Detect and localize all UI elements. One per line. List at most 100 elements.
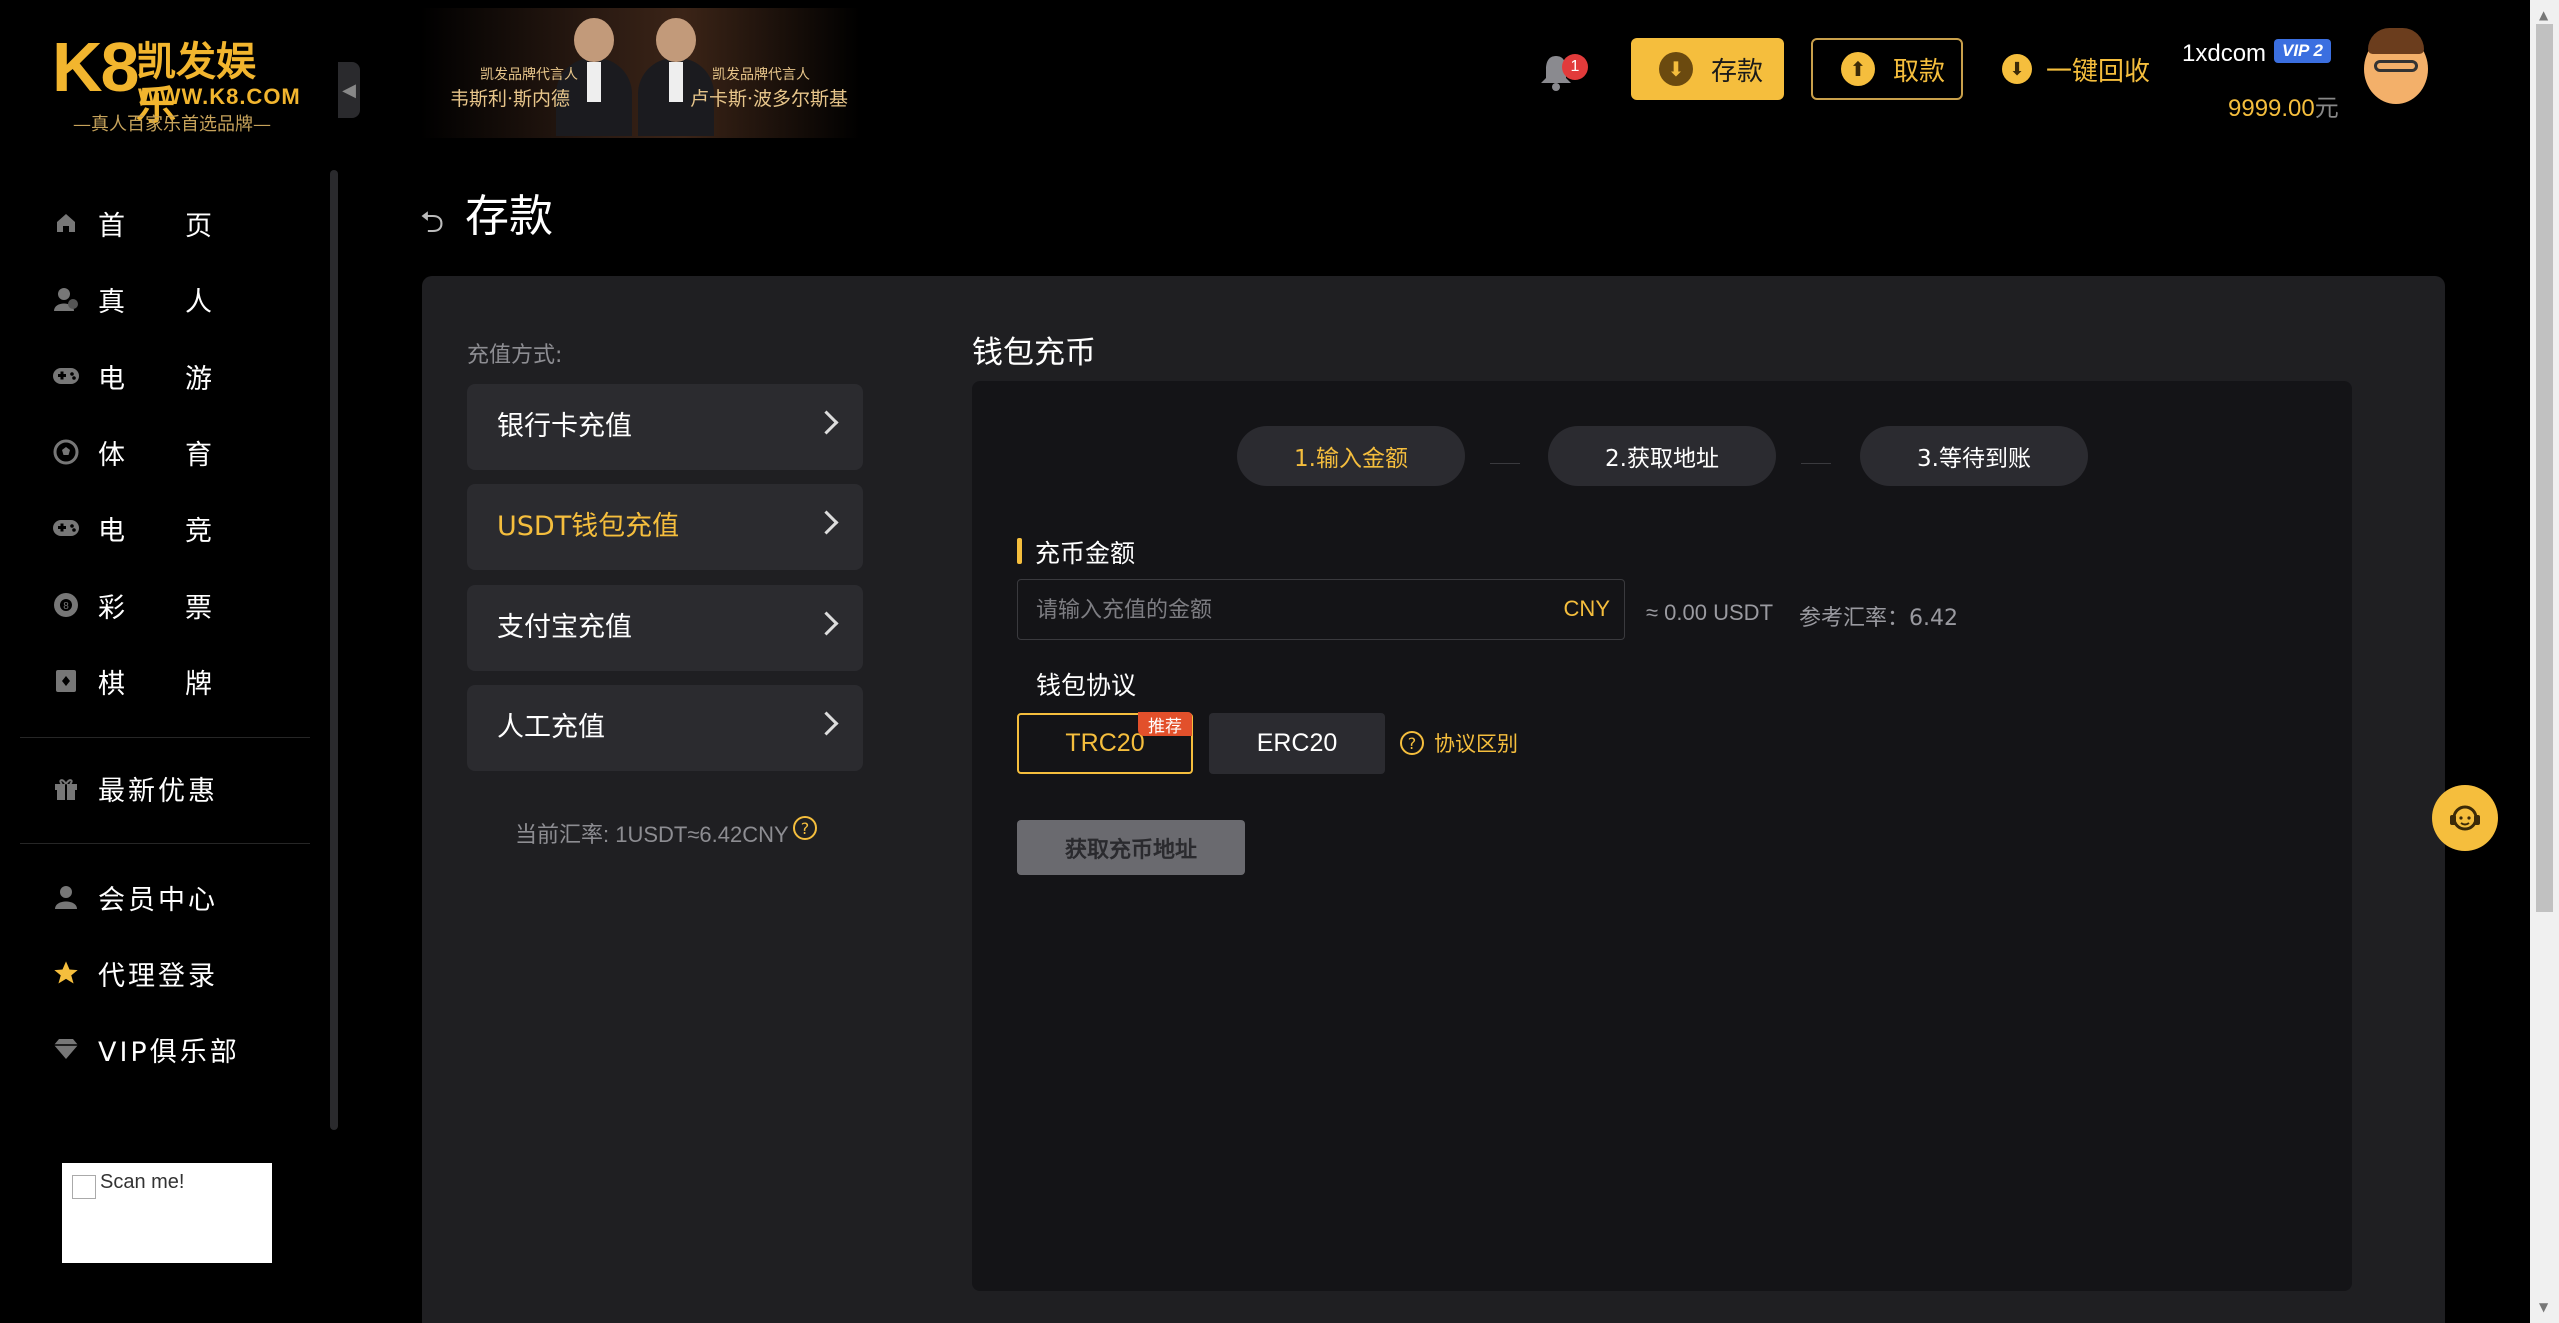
sidebar-item-label: 彩票 <box>98 592 272 624</box>
sidebar-divider <box>20 843 310 844</box>
question-icon[interactable]: ? <box>793 816 817 840</box>
star-icon <box>52 959 80 987</box>
download-icon: ⬇ <box>1659 52 1693 86</box>
chevron-left-icon: ◀ <box>342 79 356 101</box>
ambassador-caption-2: 凯发品牌代言人 卢卡斯·波多尔斯基 <box>690 64 848 111</box>
gift-icon <box>52 774 80 802</box>
sidebar: K8 凯发娱乐 WWW.K8.COM —真人百家乐首选品牌— 首页 真人 电游 … <box>0 0 338 1323</box>
method-bank-card[interactable]: 银行卡充值 <box>467 384 863 470</box>
username[interactable]: 1xdcom <box>2182 40 2266 68</box>
sidebar-item-label: 会员中心 <box>98 884 218 916</box>
qr-alt-text: Scan me! <box>100 1171 185 1193</box>
scroll-up-icon[interactable]: ▲ <box>2539 8 2548 22</box>
logo-brand: K8 <box>52 28 139 106</box>
sidebar-item-sports[interactable]: 体育 <box>52 427 292 477</box>
sidebar-item-label: 电竞 <box>98 515 272 547</box>
customer-service-icon[interactable] <box>2432 785 2498 851</box>
balance-amount: 9999.00 <box>2228 95 2315 122</box>
sidebar-item-member-center[interactable]: 会员中心 <box>52 872 292 922</box>
sidebar-item-vip-club[interactable]: VIP俱乐部 <box>52 1024 292 1074</box>
method-label-text: 人工充值 <box>497 712 605 743</box>
amount-title: 充币金额 <box>1017 534 1135 570</box>
sidebar-scrollbar[interactable] <box>330 170 338 1130</box>
page-title-text: 存款 <box>465 191 553 242</box>
deposit-label: 存款 <box>1711 56 1764 87</box>
chevron-right-icon <box>814 510 839 535</box>
gamepad-icon <box>52 362 80 390</box>
ambassador-title: 凯发品牌代言人 <box>480 67 578 83</box>
recycle-label: 一键回收 <box>2046 56 2151 87</box>
sidebar-item-live[interactable]: 真人 <box>52 274 292 324</box>
amount-field[interactable]: CNY <box>1017 579 1625 641</box>
protocol-title: 钱包协议 <box>1036 671 1137 700</box>
page-scrollbar[interactable]: ▲ ▼ <box>2530 0 2559 1323</box>
user-avatar[interactable] <box>2358 24 2434 108</box>
scrollbar-thumb[interactable] <box>2536 24 2553 912</box>
qr-code-image: Scan me! <box>62 1163 272 1263</box>
ambassador-caption-1: 凯发品牌代言人 韦斯利·斯内德 <box>450 64 578 111</box>
sidebar-item-chess-cards[interactable]: 棋牌 <box>52 656 292 706</box>
sidebar-item-esports[interactable]: 电竞 <box>52 503 292 553</box>
step-connector <box>1490 463 1520 464</box>
sidebar-collapse-button[interactable]: ◀ <box>338 62 360 118</box>
withdraw-button[interactable]: ⬆ 取款 <box>1811 38 1963 100</box>
wallet-balance: 9999.00元 <box>2228 88 2339 123</box>
k8-logo[interactable]: K8 凯发娱乐 WWW.K8.COM —真人百家乐首选品牌— <box>52 28 300 140</box>
balance-unit: 元 <box>2314 95 2339 122</box>
step-connector <box>1801 463 1831 464</box>
protocol-erc20-button[interactable]: ERC20 <box>1209 713 1385 774</box>
user-icon <box>52 883 80 911</box>
method-label-text: 支付宝充值 <box>497 612 632 643</box>
chevron-right-icon <box>814 611 839 636</box>
sidebar-item-agent-login[interactable]: 代理登录 <box>52 948 292 998</box>
chevron-right-icon <box>814 711 839 736</box>
ambassador-banner[interactable]: 凯发品牌代言人 韦斯利·斯内德 凯发品牌代言人 卢卡斯·波多尔斯基 <box>420 8 860 138</box>
sidebar-item-promotions[interactable]: 最新优惠 <box>52 763 292 813</box>
ambassador-name: 韦斯利·斯内德 <box>450 88 571 110</box>
section-title: 钱包充币 <box>972 335 1096 371</box>
sidebar-item-label: 最新优惠 <box>98 775 218 807</box>
vip-badge: VIP 2 <box>2274 39 2331 63</box>
scroll-down-icon[interactable]: ▼ <box>2539 1300 2548 1314</box>
sidebar-item-label: 真人 <box>98 286 272 318</box>
ambassador-title: 凯发品牌代言人 <box>712 67 810 83</box>
method-label: 充值方式: <box>467 343 563 368</box>
cards-icon <box>52 667 80 695</box>
sidebar-item-home[interactable]: 首页 <box>52 198 292 248</box>
sidebar-item-label: 代理登录 <box>98 960 218 992</box>
one-click-recycle-button[interactable]: ⬇ 一键回收 <box>1996 38 2156 100</box>
usdt-estimate: ≈ 0.00 USDT <box>1646 600 1774 625</box>
sidebar-item-label: 首页 <box>98 210 272 242</box>
lottery-icon: 8 <box>52 591 80 619</box>
page-title: 存款 <box>421 180 553 244</box>
protocol-help-label: 协议区别 <box>1434 732 1518 756</box>
diamond-icon <box>52 1035 80 1063</box>
sidebar-item-lottery[interactable]: 8 彩票 <box>52 580 292 630</box>
home-icon <box>52 209 80 237</box>
method-usdt-wallet[interactable]: USDT钱包充值 <box>467 484 863 570</box>
amount-input[interactable] <box>1034 580 1538 641</box>
method-alipay[interactable]: 支付宝充值 <box>467 585 863 671</box>
upload-icon: ⬆ <box>1841 52 1875 86</box>
live-dealer-icon <box>52 285 80 313</box>
current-rate: 当前汇率: 1USDT≈6.42CNY <box>515 822 789 847</box>
method-manual[interactable]: 人工充值 <box>467 685 863 771</box>
reference-rate: 参考汇率：6.42 <box>1799 606 1958 631</box>
svg-text:8: 8 <box>63 601 69 612</box>
recycle-icon: ⬇ <box>2002 54 2032 84</box>
step-wait-arrival: 3.等待到账 <box>1860 426 2088 486</box>
sidebar-item-label: VIP俱乐部 <box>98 1036 240 1068</box>
get-address-button[interactable]: 获取充币地址 <box>1017 820 1245 875</box>
notification-badge: 1 <box>1562 54 1588 80</box>
logo-url: WWW.K8.COM <box>138 84 301 109</box>
step-enter-amount: 1.输入金额 <box>1237 426 1465 486</box>
deposit-button[interactable]: ⬇ 存款 <box>1631 38 1784 100</box>
broken-image-icon <box>72 1175 96 1199</box>
recommend-badge: 推荐 <box>1138 712 1192 737</box>
sidebar-item-label: 棋牌 <box>98 668 272 700</box>
protocol-difference-link[interactable]: ? 协议区别 <box>1400 728 1518 758</box>
sidebar-item-label: 电游 <box>98 363 272 395</box>
sidebar-item-slots[interactable]: 电游 <box>52 351 292 401</box>
chevron-right-icon <box>814 410 839 435</box>
logo-slogan: —真人百家乐首选品牌— <box>73 114 271 135</box>
